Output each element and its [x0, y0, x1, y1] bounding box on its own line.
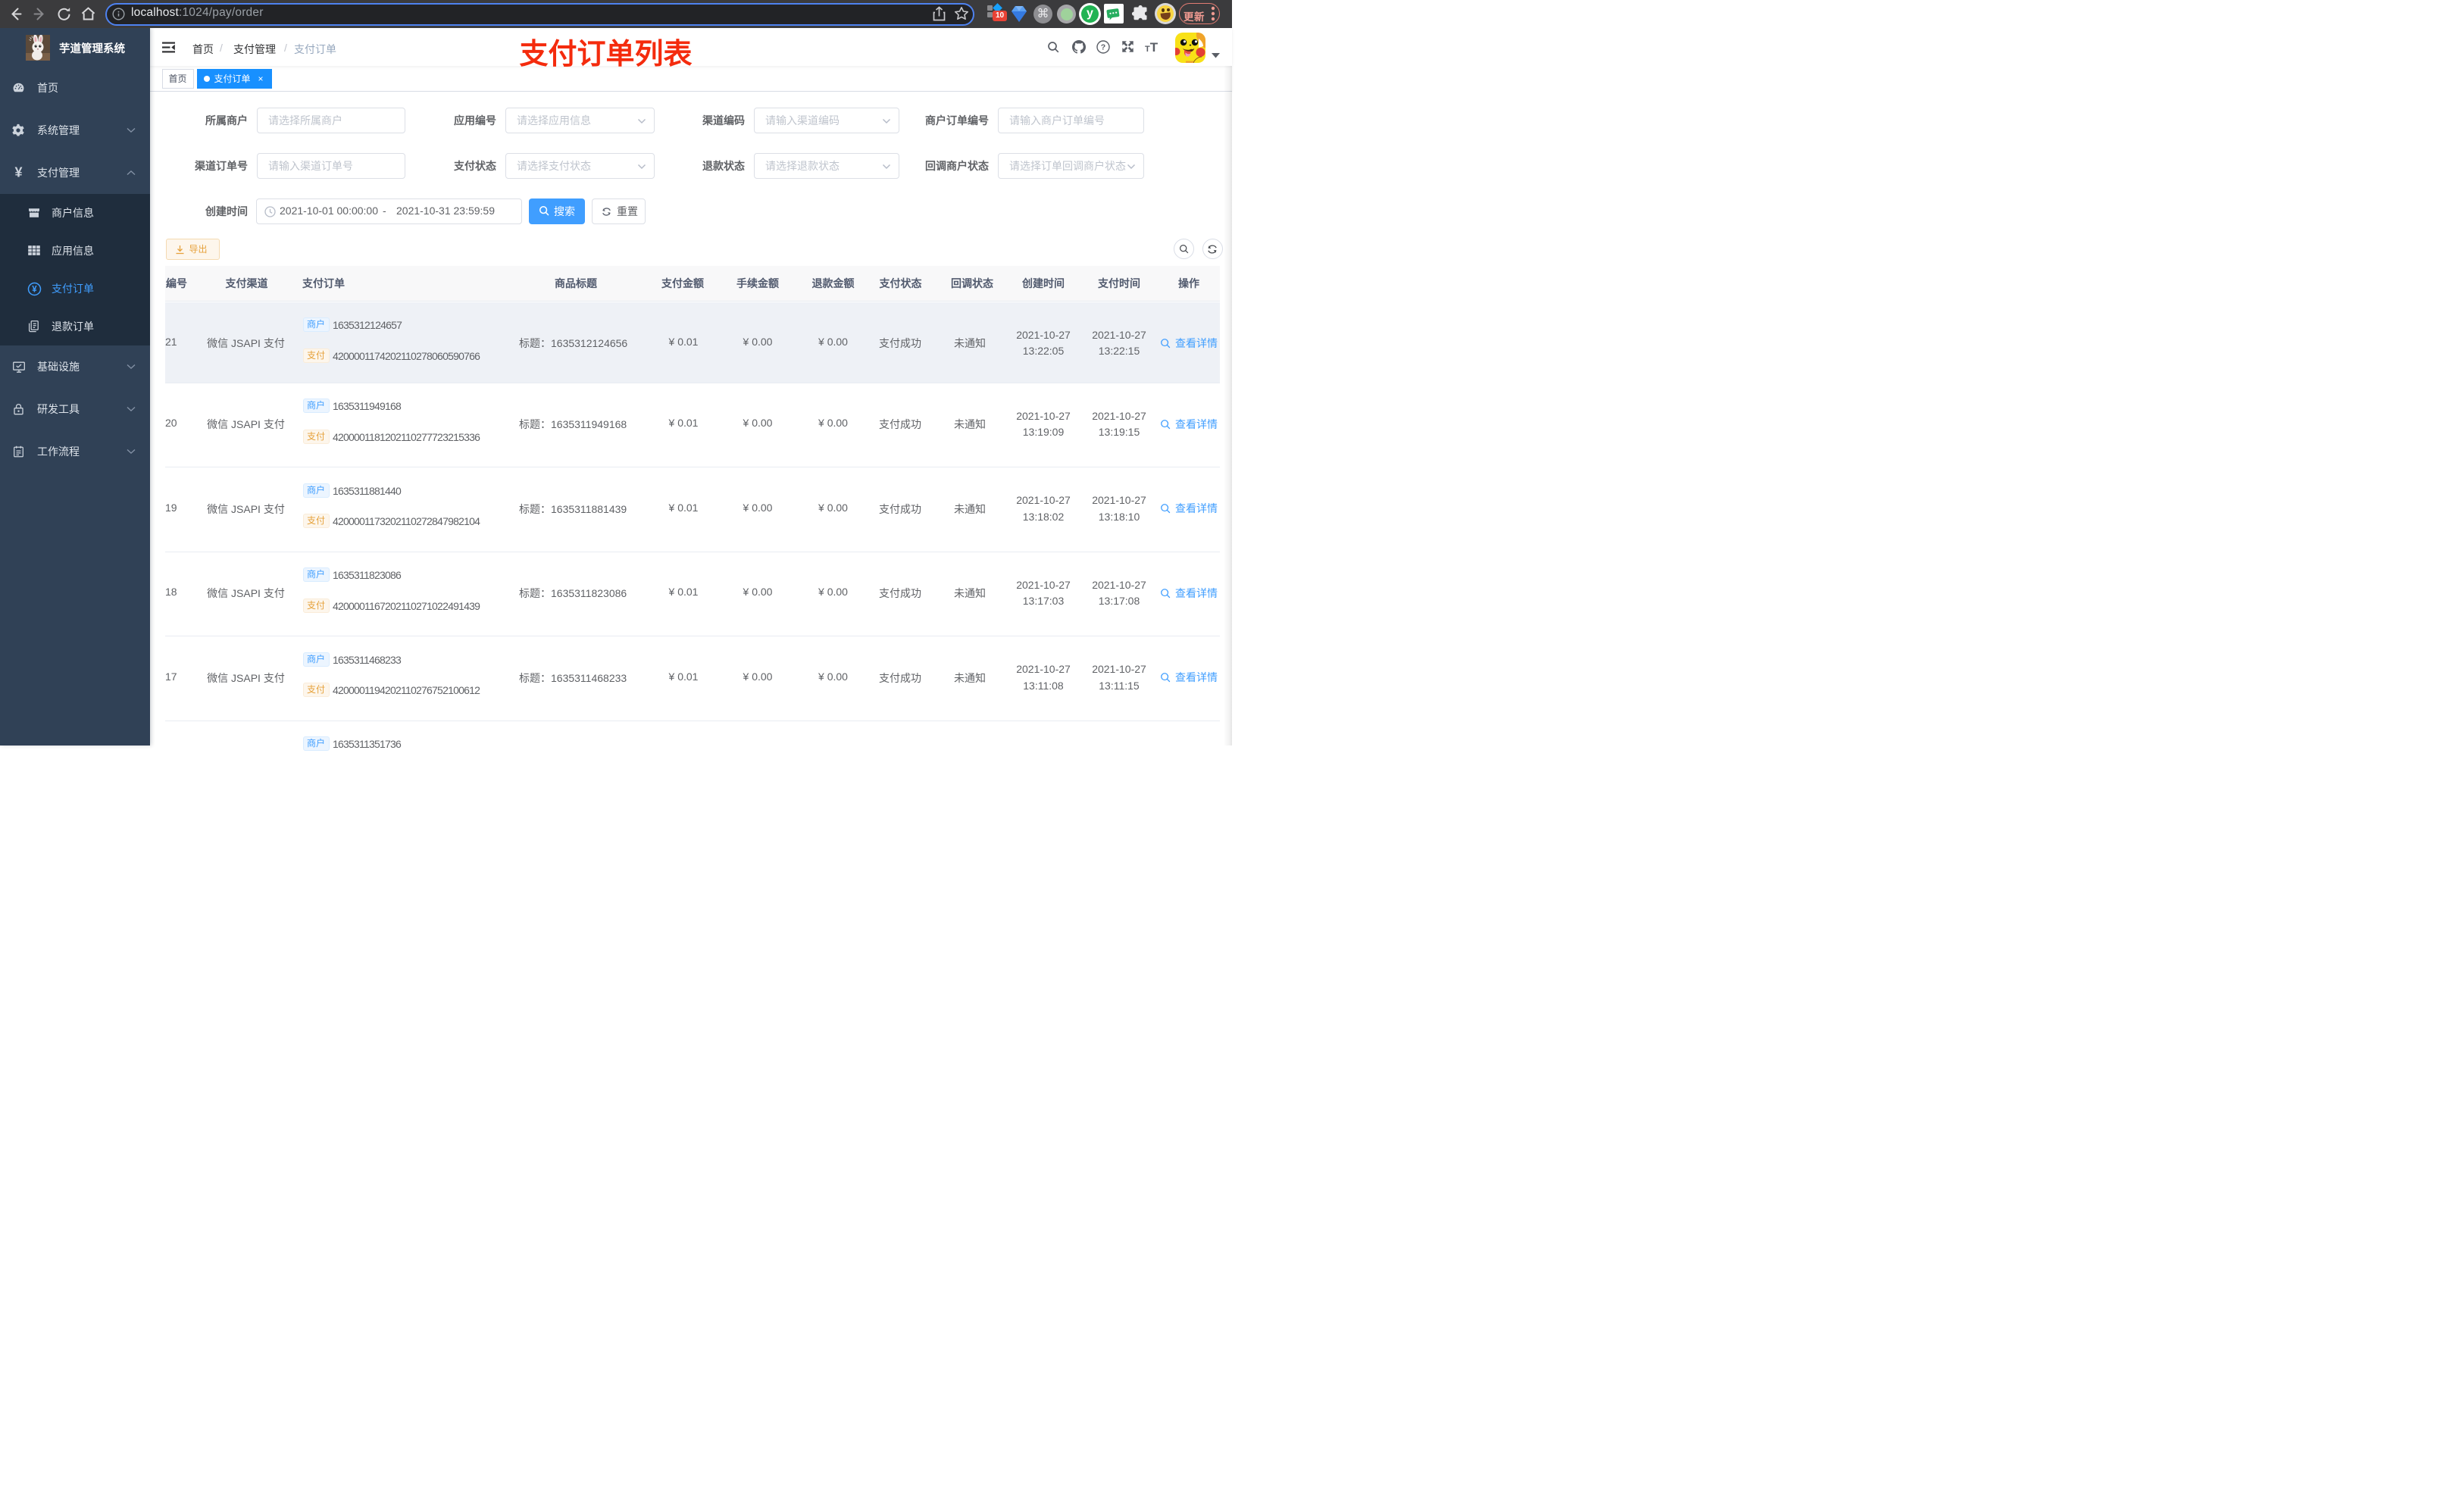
svg-text:¥: ¥	[32, 286, 37, 295]
